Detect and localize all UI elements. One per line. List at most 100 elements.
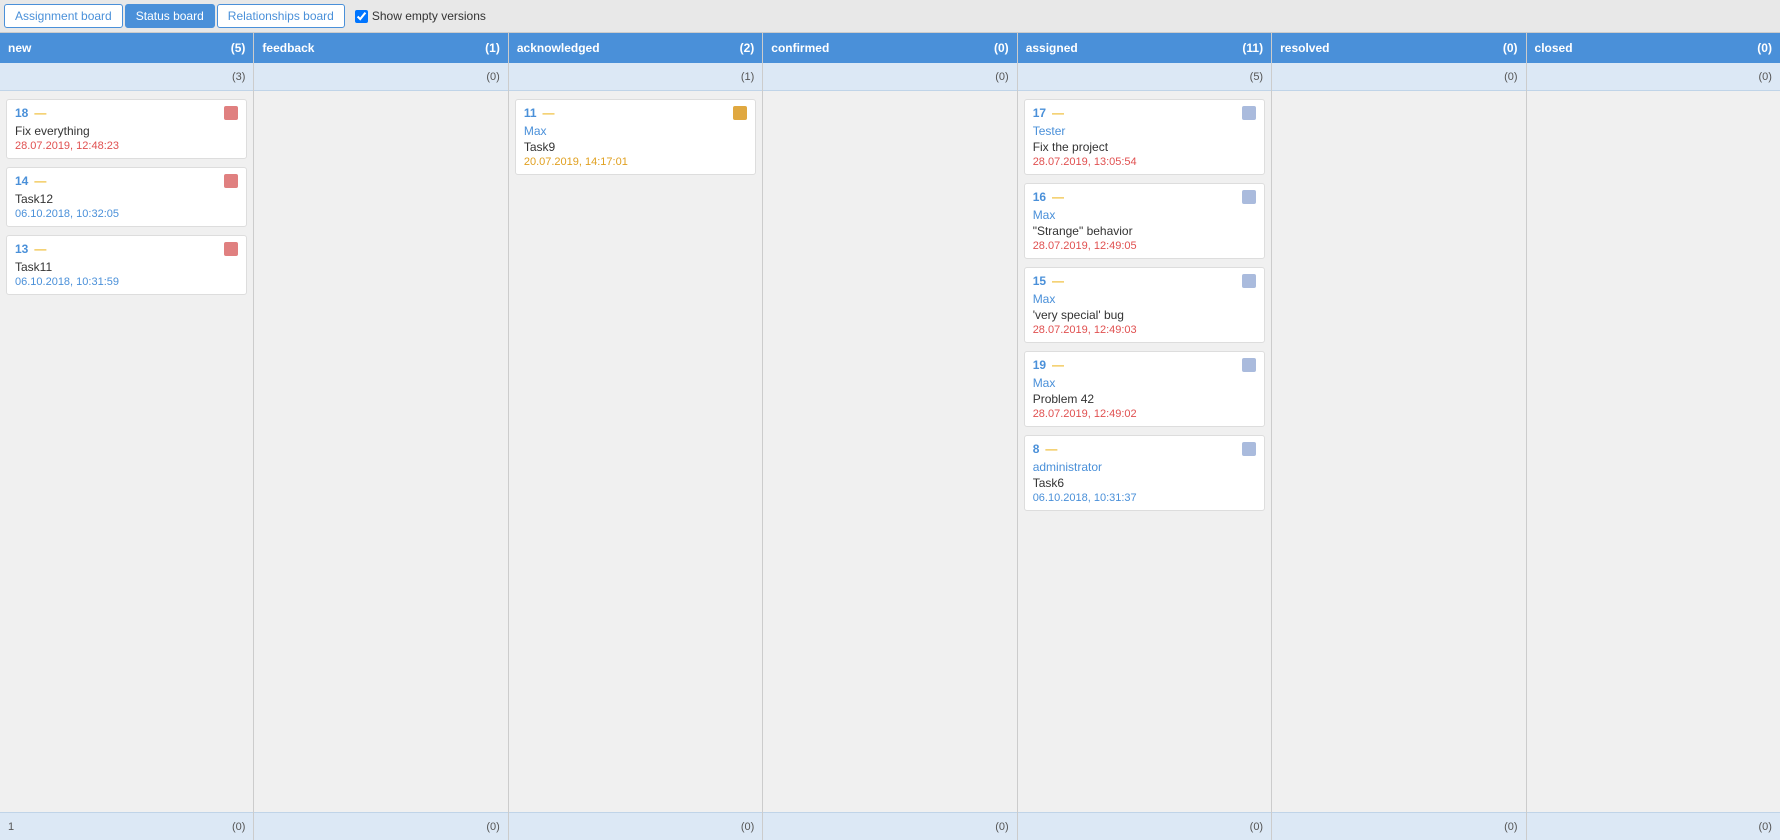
col-label-assigned: assigned: [1026, 41, 1078, 55]
status-board-button[interactable]: Status board: [125, 4, 215, 28]
col-subheader-feedback: (0): [254, 63, 507, 91]
card-assignee[interactable]: Tester: [1033, 124, 1256, 138]
col-header-acknowledged: acknowledged(2): [509, 33, 762, 63]
card-dash: —: [1052, 358, 1064, 372]
table-row: 16 — Max "Strange" behavior 28.07.2019, …: [1024, 183, 1265, 259]
col-subheader-assigned: (5): [1018, 63, 1271, 91]
card-id[interactable]: 16: [1033, 190, 1046, 204]
col-footer-acknowledged: (0): [509, 812, 762, 840]
relationships-board-button[interactable]: Relationships board: [217, 4, 345, 28]
col-footer-closed: (0): [1527, 812, 1780, 840]
col-body-confirmed: [763, 91, 1016, 812]
col-footer-feedback: (0): [254, 812, 507, 840]
card-header: 16 —: [1033, 190, 1256, 204]
col-subheader-new: (3): [0, 63, 253, 91]
table-row: 18 — Fix everything 28.07.2019, 12:48:23: [6, 99, 247, 159]
col-acknowledged: acknowledged(2)(1) 11 — Max Task9 20.07.…: [509, 33, 763, 840]
card-header: 18 —: [15, 106, 238, 120]
card-id[interactable]: 19: [1033, 358, 1046, 372]
col-footer-count: (0): [741, 821, 754, 833]
card-date: 28.07.2019, 12:48:23: [15, 140, 238, 152]
toolbar: Assignment board Status board Relationsh…: [0, 0, 1780, 33]
card-date: 06.10.2018, 10:31:37: [1033, 492, 1256, 504]
table-row: 8 — administrator Task6 06.10.2018, 10:3…: [1024, 435, 1265, 511]
col-body-closed: [1527, 91, 1780, 812]
col-label-feedback: feedback: [262, 41, 314, 55]
col-new: new (5) (3) 18 — Fix everything 28.07.2019…: [0, 33, 254, 840]
card-dash: —: [34, 106, 46, 120]
col-label-closed: closed: [1535, 41, 1573, 55]
card-header: 8 —: [1033, 442, 1256, 456]
show-empty-checkbox[interactable]: [355, 10, 368, 23]
col-footer-count: (0): [1504, 821, 1517, 833]
card-id[interactable]: 14: [15, 174, 28, 188]
card-date: 28.07.2019, 12:49:03: [1033, 324, 1256, 336]
show-empty-checkbox-label[interactable]: Show empty versions: [355, 9, 486, 23]
card-id[interactable]: 17: [1033, 106, 1046, 120]
card-id[interactable]: 18: [15, 106, 28, 120]
card-priority-square: [733, 106, 747, 120]
card-assignee[interactable]: Max: [1033, 376, 1256, 390]
col-count-feedback: (1): [485, 41, 500, 55]
card-assignee[interactable]: administrator: [1033, 460, 1256, 474]
col-header-assigned: assigned (11): [1018, 33, 1271, 63]
card-priority-square: [224, 106, 238, 120]
col-subheader-closed: (0): [1527, 63, 1780, 91]
col-footer-assigned: (0): [1018, 812, 1271, 840]
col-footer-count: (0): [486, 821, 499, 833]
card-title: Task12: [15, 192, 238, 206]
col-footer-count: (0): [995, 821, 1008, 833]
col-footer-count: (0): [232, 821, 245, 833]
card-header: 13 —: [15, 242, 238, 256]
card-date: 28.07.2019, 12:49:02: [1033, 408, 1256, 420]
card-dash: —: [1052, 190, 1064, 204]
card-header: 14 —: [15, 174, 238, 188]
col-feedback: feedback (1) (0) (0): [254, 33, 508, 840]
card-priority-square: [1242, 106, 1256, 120]
col-assigned: assigned (11) (5) 17 — Tester Fix the proj…: [1018, 33, 1272, 840]
card-priority-square: [1242, 190, 1256, 204]
col-footer-resolved: (0): [1272, 812, 1525, 840]
show-empty-label: Show empty versions: [372, 9, 486, 23]
col-count-closed: (0): [1757, 41, 1772, 55]
card-priority-square: [224, 174, 238, 188]
card-assignee[interactable]: Max: [524, 124, 747, 138]
card-title: Fix the project: [1033, 140, 1256, 154]
table-row: 17 — Tester Fix the project 28.07.2019, …: [1024, 99, 1265, 175]
table-row: 14 — Task12 06.10.2018, 10:32:05: [6, 167, 247, 227]
card-date: 28.07.2019, 12:49:05: [1033, 240, 1256, 252]
card-id[interactable]: 15: [1033, 274, 1046, 288]
card-priority-square: [1242, 442, 1256, 456]
table-row: 11 — Max Task9 20.07.2019, 14:17:01: [515, 99, 756, 175]
card-dash: —: [34, 242, 46, 256]
col-body-acknowledged: 11 — Max Task9 20.07.2019, 14:17:01: [509, 91, 762, 812]
card-assignee[interactable]: Max: [1033, 208, 1256, 222]
card-id[interactable]: 8: [1033, 442, 1040, 456]
table-row: 13 — Task11 06.10.2018, 10:31:59: [6, 235, 247, 295]
assignment-board-button[interactable]: Assignment board: [4, 4, 123, 28]
col-body-new: 18 — Fix everything 28.07.2019, 12:48:23…: [0, 91, 253, 812]
card-id[interactable]: 11: [524, 106, 537, 120]
col-closed: closed (0) (0) (0): [1527, 33, 1780, 840]
col-count-assigned: (11): [1242, 41, 1263, 55]
col-header-new: new (5): [0, 33, 253, 63]
col-body-resolved: [1272, 91, 1525, 812]
col-count-new: (5): [231, 41, 246, 55]
col-footer-confirmed: (0): [763, 812, 1016, 840]
card-assignee[interactable]: Max: [1033, 292, 1256, 306]
card-header: 17 —: [1033, 106, 1256, 120]
col-confirmed: confirmed(0)(0)(0): [763, 33, 1017, 840]
table-row: 19 — Max Problem 42 28.07.2019, 12:49:02: [1024, 351, 1265, 427]
card-dash: —: [1052, 274, 1064, 288]
card-id[interactable]: 13: [15, 242, 28, 256]
col-count-acknowledged: (2): [740, 41, 755, 55]
card-date: 20.07.2019, 14:17:01: [524, 156, 747, 168]
col-footer-label: 1: [8, 821, 14, 833]
card-dash: —: [1045, 442, 1057, 456]
card-title: Task9: [524, 140, 747, 154]
col-count-confirmed: (0): [994, 41, 1009, 55]
col-label-new: new: [8, 41, 31, 55]
card-title: "Strange" behavior: [1033, 224, 1256, 238]
col-footer-count: (0): [1759, 821, 1772, 833]
card-dash: —: [34, 174, 46, 188]
